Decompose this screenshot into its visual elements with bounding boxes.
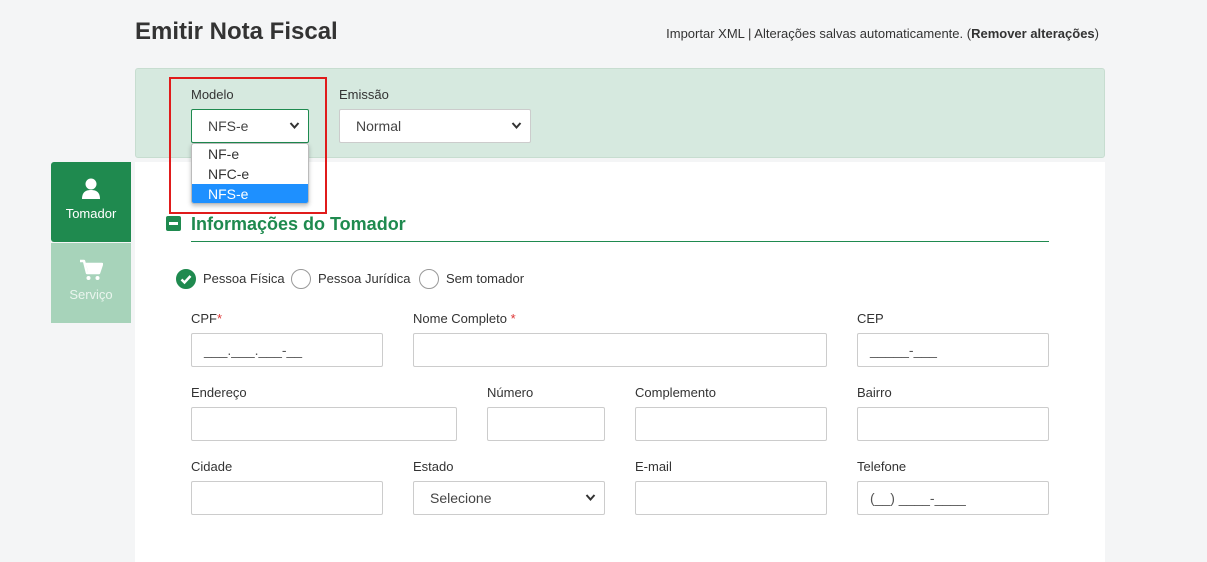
user-icon [82, 178, 100, 199]
email-label: E-mail [635, 459, 672, 474]
collapse-icon[interactable] [166, 216, 181, 231]
page-title: Emitir Nota Fiscal [135, 18, 338, 45]
remove-changes-link[interactable]: Remover alterações [971, 26, 1095, 41]
cpf-label: CPF* [191, 311, 223, 326]
chevron-down-icon [585, 482, 596, 527]
estado-select-value: Selecione [430, 490, 492, 506]
header-actions: Importar XML | Alterações salvas automat… [666, 26, 1099, 41]
complemento-label: Complemento [635, 385, 716, 400]
cep-label: CEP [857, 311, 884, 326]
numero-label: Número [487, 385, 534, 400]
emissao-select-value: Normal [356, 118, 402, 134]
radio-sem-tomador[interactable] [419, 269, 439, 289]
telefone-label: Telefone [857, 459, 907, 474]
cidade-field[interactable] [191, 481, 383, 515]
estado-select[interactable]: Selecione [413, 481, 605, 515]
autosave-text: Alterações salvas automaticamente. ( [754, 26, 972, 41]
section-title: Informações do Tomador [191, 214, 406, 234]
email-field[interactable] [635, 481, 827, 515]
highlight-box [169, 77, 327, 214]
telefone-mask: (__) ____-____ [870, 490, 966, 506]
bairro-label: Bairro [857, 385, 892, 400]
sidebar-item-label: Tomador [65, 206, 117, 221]
sidebar-item-label: Serviço [69, 287, 113, 302]
estado-label: Estado [413, 459, 454, 474]
nome-field[interactable] [413, 333, 827, 367]
required-mark: * [510, 311, 516, 326]
nome-label: Nome Completo * [413, 311, 516, 326]
radio-label-pessoa-fisica: Pessoa Física [203, 271, 285, 286]
radio-label-pessoa-juridica: Pessoa Jurídica [318, 271, 411, 286]
check-icon [180, 275, 192, 285]
cart-icon [80, 259, 103, 280]
cpf-mask: ___.___.___-__ [204, 342, 303, 358]
cpf-field[interactable]: ___.___.___-__ [191, 333, 383, 367]
emissao-select[interactable]: Normal [339, 109, 531, 143]
header-separator: | [744, 26, 755, 41]
required-mark: * [217, 311, 223, 326]
cep-mask: _____-___ [870, 342, 937, 358]
cidade-label: Cidade [191, 459, 233, 474]
numero-field[interactable] [487, 407, 605, 441]
emissao-label: Emissão [339, 87, 389, 102]
endereco-field[interactable] [191, 407, 457, 441]
complemento-field[interactable] [635, 407, 827, 441]
bairro-field[interactable] [857, 407, 1049, 441]
cep-field[interactable]: _____-___ [857, 333, 1049, 367]
chevron-down-icon [511, 110, 522, 155]
telefone-field[interactable]: (__) ____-____ [857, 481, 1049, 515]
endereco-label: Endereço [191, 385, 247, 400]
import-xml-link[interactable]: Importar XML [666, 26, 744, 41]
radio-label-sem-tomador: Sem tomador [446, 271, 525, 286]
close-paren: ) [1094, 26, 1099, 41]
section-divider [191, 241, 1049, 242]
sidebar-item-servico[interactable]: Serviço [51, 243, 131, 323]
sidebar-item-tomador[interactable]: Tomador [51, 162, 131, 242]
radio-pessoa-juridica[interactable] [291, 269, 311, 289]
radio-pessoa-fisica[interactable] [176, 269, 196, 289]
